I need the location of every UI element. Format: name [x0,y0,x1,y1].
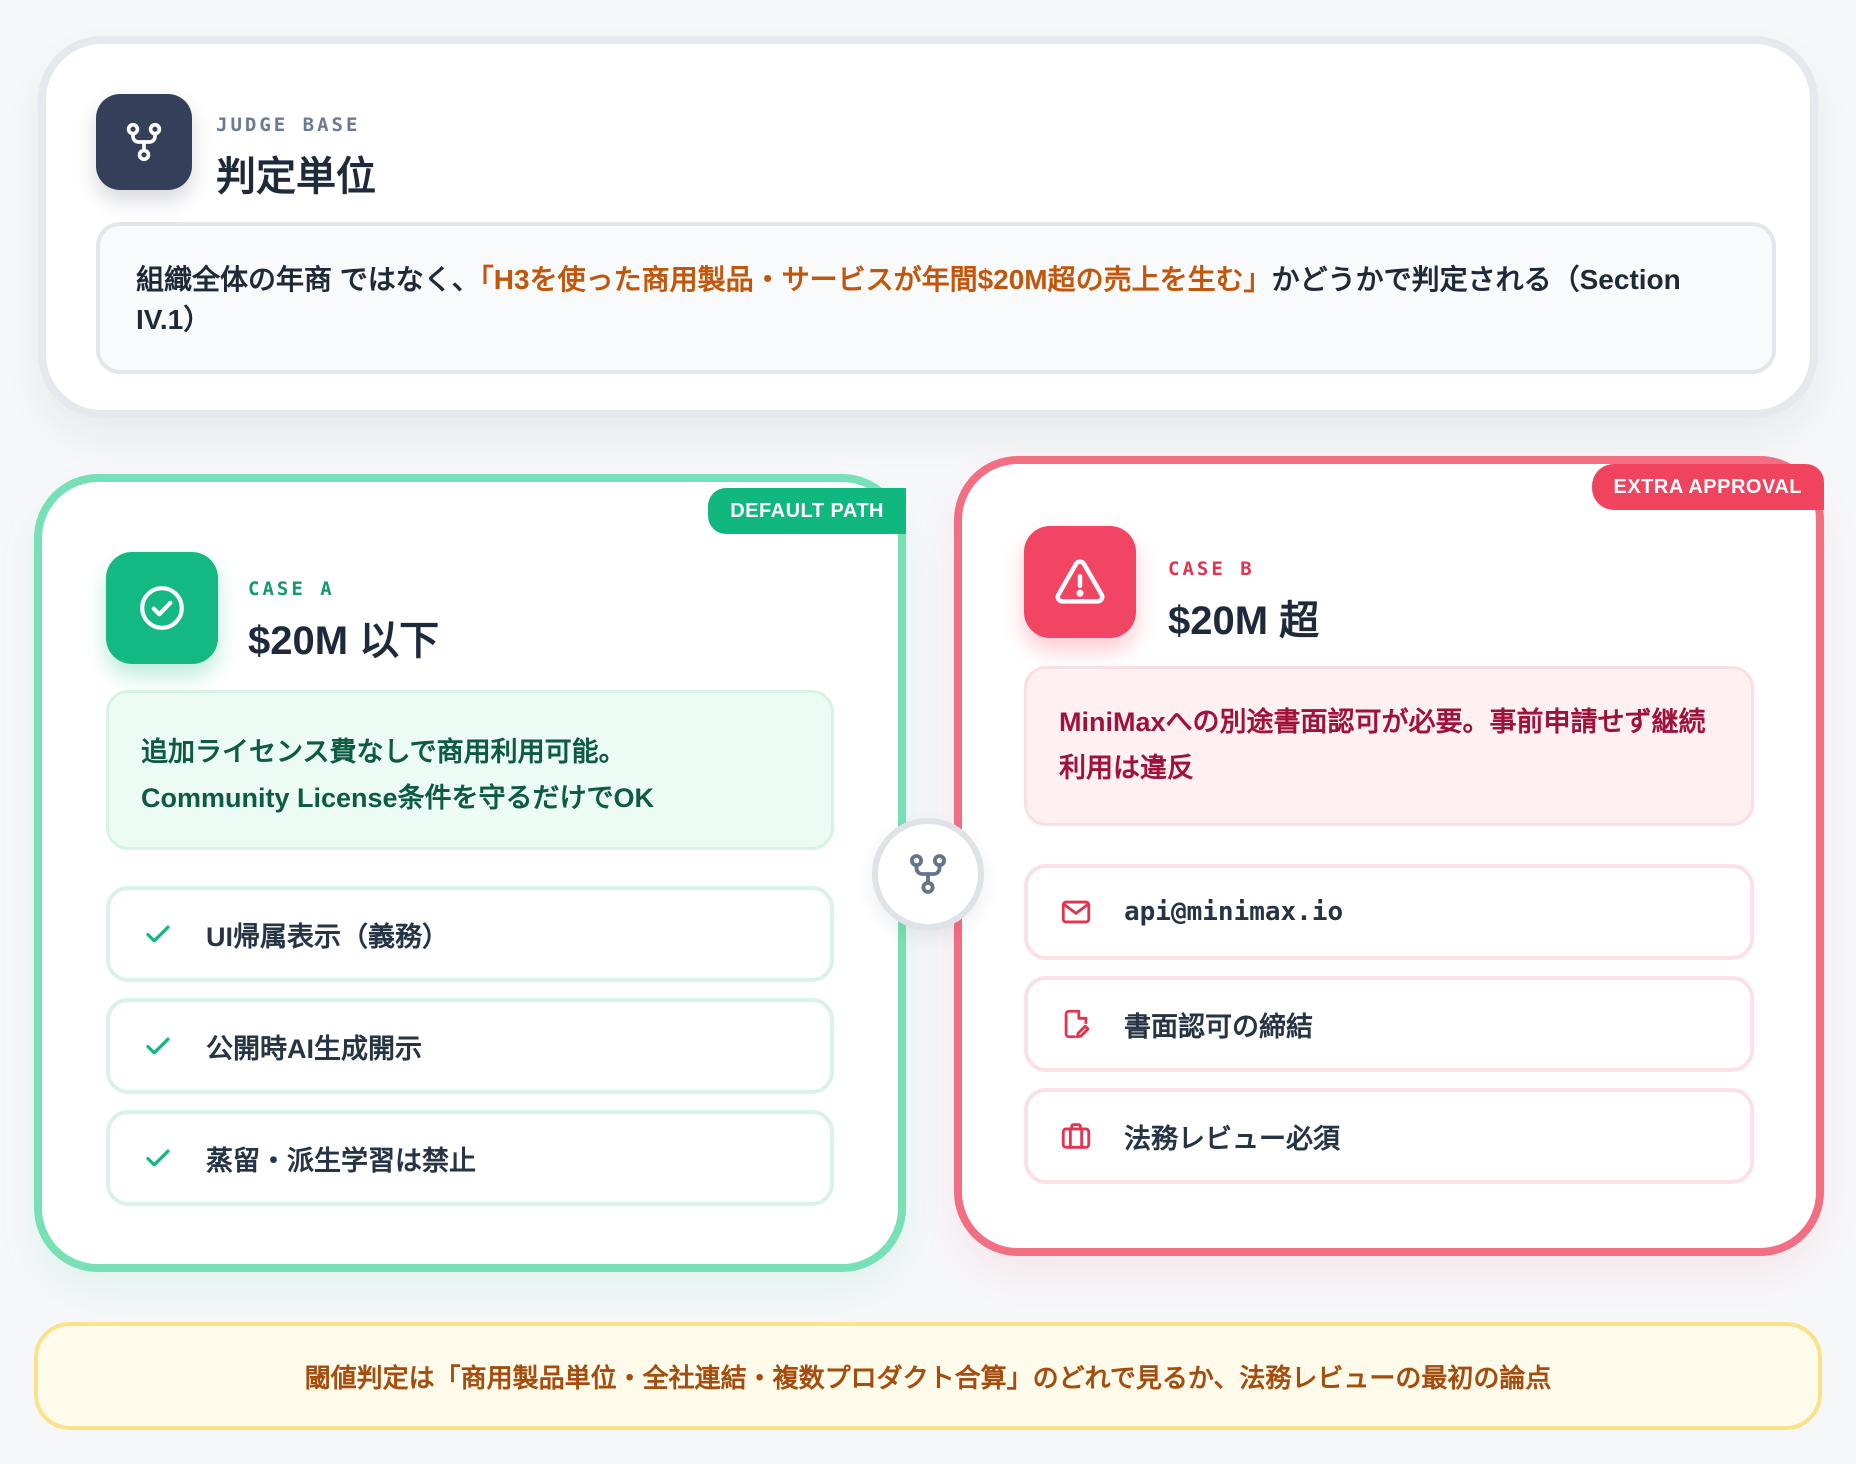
branch-icon [96,94,192,190]
case-a-summary-line2: Community License条件を守るだけでOK [141,783,655,813]
mail-icon [1056,892,1096,932]
case-b-item: api@minimax.io [1024,864,1754,960]
check-circle-icon [106,552,218,664]
check-icon [138,1026,178,1066]
briefcase-icon [1056,1116,1096,1156]
case-b-item-label: 書面認可の締結 [1124,1011,1313,1042]
warning-triangle-icon [1024,526,1136,638]
judge-eyebrow: JUDGE BASE [216,114,361,136]
judge-note-prefix: 組織全体の年商 ではなく、 [136,264,480,295]
case-a-item-label: 公開時AI生成開示 [206,1033,422,1064]
case-b-summary: MiniMaxへの別途書面認可が必要。事前申請せず継続利用は違反 [1024,666,1754,826]
judge-note-highlight: 「H3を使った商用製品・サービスが年間$20M超の売上を生む」 [479,264,1272,295]
judge-base-card: JUDGE BASE 判定単位 組織全体の年商 ではなく、「H3を使った商用製品… [38,36,1818,418]
extra-approval-tag: EXTRA APPROVAL [1591,464,1824,510]
case-a-summary: 追加ライセンス費なしで商用利用可能。 Community License条件を守… [106,690,834,850]
document-sign-icon [1056,1004,1096,1044]
check-icon [138,1138,178,1178]
branch-connector [872,818,984,930]
case-b-title: $20M 超 [1168,599,1320,643]
case-a-eyebrow: CASE A [248,578,335,600]
case-b-item-label: api@minimax.io [1124,897,1344,927]
case-a-item: 公開時AI生成開示 [106,998,834,1094]
default-path-tag: DEFAULT PATH [708,488,906,534]
case-a-summary-line1: 追加ライセンス費なしで商用利用可能。 [141,737,626,767]
case-b-item: 書面認可の締結 [1024,976,1754,1072]
footer-note: 閾値判定は「商用製品単位・全社連結・複数プロダクト合算」のどれで見るか、法務レビ… [34,1322,1822,1430]
judge-title: 判定単位 [216,155,376,199]
case-b-item-label: 法務レビュー必須 [1124,1123,1340,1154]
case-a-item-label: UI帰属表示（義務） [206,921,449,952]
case-b-card: EXTRA APPROVAL CASE B $20M 超 MiniMaxへの別途… [954,456,1824,1256]
case-a-item-label: 蒸留・派生学習は禁止 [206,1145,476,1176]
judge-note: 組織全体の年商 ではなく、「H3を使った商用製品・サービスが年間$20M超の売上… [96,222,1776,374]
case-a-card: DEFAULT PATH CASE A $20M 以下 追加ライセンス費なしで商… [34,474,906,1272]
case-a-title: $20M 以下 [248,619,440,663]
branch-icon [905,851,951,897]
case-b-eyebrow: CASE B [1168,558,1255,580]
case-b-item: 法務レビュー必須 [1024,1088,1754,1184]
check-icon [138,914,178,954]
case-a-item: UI帰属表示（義務） [106,886,834,982]
case-a-item: 蒸留・派生学習は禁止 [106,1110,834,1206]
